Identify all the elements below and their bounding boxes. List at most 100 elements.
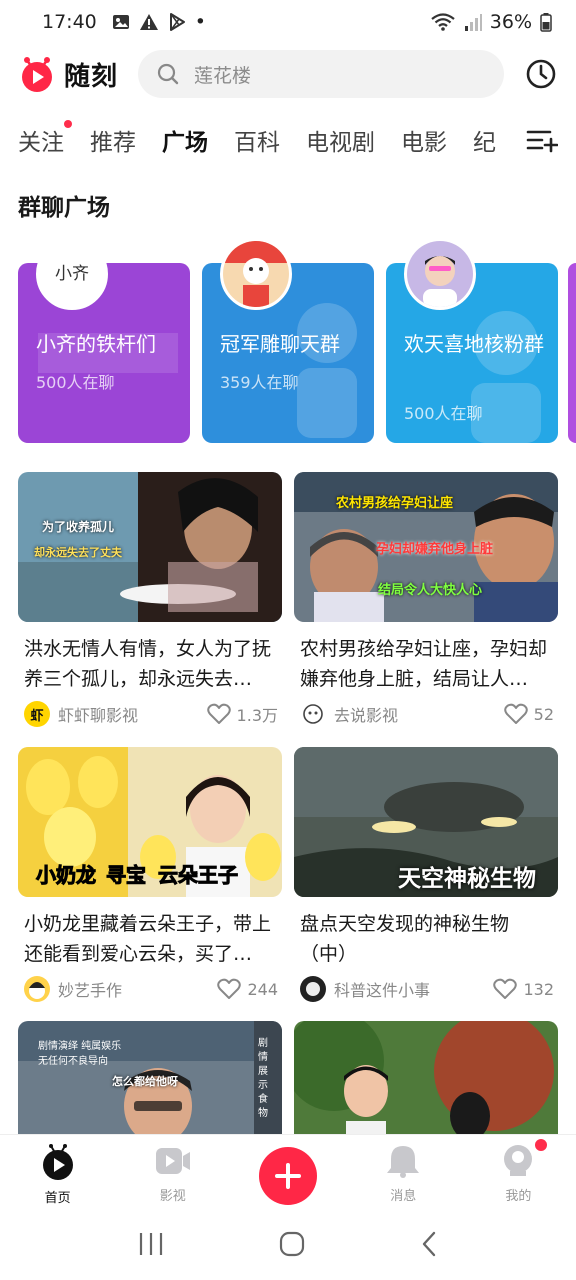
tab-recommend[interactable]: 推荐 (90, 112, 136, 168)
search-placeholder: 莲花楼 (194, 64, 252, 87)
group-member-count: 500人在聊 (404, 404, 483, 423)
video-thumbnail[interactable]: 为了收养孤儿 却永远失去了丈夫 (18, 472, 282, 622)
tab-documentary-label: 纪 (473, 130, 496, 156)
video-meta: 科普这件小事 132 (294, 975, 558, 1003)
battery-percent: 36% (489, 11, 532, 33)
cartoon-avatar-image (223, 241, 289, 307)
history-button[interactable] (524, 57, 558, 91)
group-avatar: 小齐 (36, 238, 108, 310)
search-bar[interactable]: 莲花楼 (138, 50, 504, 98)
tab-wiki[interactable]: 百科 (234, 112, 280, 168)
tab-movie[interactable]: 电影 (401, 112, 447, 168)
thumbnail-caption: 天空神秘生物 (398, 866, 536, 892)
back-icon[interactable] (419, 1230, 439, 1258)
tab-wiki-label: 百科 (234, 130, 280, 156)
author-name[interactable]: 妙艺手作 (58, 977, 122, 1001)
video-thumbnail[interactable]: 天空神秘生物 (294, 747, 558, 897)
thumbnail-caption: 却永远失去了丈夫 (34, 546, 122, 559)
group-name: 小齐的铁杆们 (36, 332, 156, 356)
author-avatar-image (24, 976, 50, 1002)
video-title[interactable]: 盘点天空发现的神秘生物（中） (294, 909, 558, 969)
group-name: 冠军雕聊天群 (220, 332, 340, 356)
history-clock-icon (526, 59, 556, 89)
search-icon (157, 63, 179, 85)
thumbnail-caption: 剧情展示食物 (258, 1038, 268, 1119)
home-icon[interactable] (278, 1230, 306, 1258)
like-button[interactable]: 52 (503, 703, 558, 725)
video-title[interactable]: 洪水无情人有情，女人为了抚养三个孤儿，却永远失去… (18, 634, 282, 694)
video-meta: 妙艺手作 244 (18, 975, 282, 1003)
nav-profile-badge (534, 1139, 547, 1151)
video-card[interactable]: 农村男孩给孕妇让座 孕妇却嫌弃他身上脏 结局令人大快人心 农村男孩给孕妇让座，孕… (294, 472, 558, 728)
nav-create[interactable] (230, 1135, 345, 1208)
wifi-icon (431, 13, 455, 31)
video-card[interactable]: 为了收养孤儿 却永远失去了丈夫 洪水无情人有情，女人为了抚养三个孤儿，却永远失去… (18, 472, 282, 728)
nav-profile[interactable]: 我的 (461, 1135, 576, 1208)
author-avatar-image (300, 701, 326, 727)
thumbnail-caption: 怎么都给他呀 (112, 1075, 178, 1088)
video-card[interactable]: 小奶龙 寻宝 云朵王子 小奶龙里藏着云朵王子，带上还能看到爱心云朵，买了… 妙艺… (18, 747, 282, 1003)
video-thumbnail[interactable]: 小奶龙 寻宝 云朵王子 (18, 747, 282, 897)
nav-messages[interactable]: 消息 (346, 1135, 461, 1208)
nav-video-label: 影视 (159, 1189, 186, 1204)
video-thumbnail[interactable]: 农村男孩给孕妇让座 孕妇却嫌弃他身上脏 结局令人大快人心 (294, 472, 558, 622)
menu-add-icon (526, 130, 559, 153)
video-card[interactable]: 天空神秘生物 盘点天空发现的神秘生物（中） 科普这件小事 132 (294, 747, 558, 1003)
tab-follow[interactable]: 关注 (18, 112, 72, 168)
svg-text:小齐: 小齐 (55, 264, 89, 284)
video-meta: 虾 虾虾聊影视 1.3万 (18, 700, 282, 728)
tab-documentary[interactable]: 纪 (473, 112, 496, 168)
heart-icon (217, 978, 242, 999)
like-button[interactable]: 244 (217, 978, 282, 1000)
card-watermark (297, 303, 357, 438)
author-avatar[interactable] (24, 976, 50, 1002)
author-avatar[interactable] (300, 701, 326, 727)
nav-home[interactable]: 首页 (0, 1135, 115, 1208)
suike-logo-icon (22, 57, 52, 92)
app-header: 随刻 莲花楼 (0, 44, 576, 104)
tab-follow-badge (64, 120, 72, 128)
tab-square-label: 广场 (162, 130, 208, 156)
group-avatar-logo: 小齐 (39, 241, 105, 307)
signal-icon (464, 14, 482, 31)
nav-messages-label: 消息 (390, 1189, 417, 1204)
home-play-icon (42, 1144, 73, 1180)
group-member-count: 500人在聊 (36, 373, 115, 392)
warning-notification-icon (139, 14, 158, 30)
system-navigation-bar (0, 1208, 576, 1280)
tab-square[interactable]: 广场 (162, 112, 208, 168)
group-avatar (404, 238, 476, 310)
app-logo: 随刻 (18, 55, 128, 93)
thumbnail-caption: 为了收养孤儿 (42, 520, 115, 534)
thumbnail-caption: 农村男孩给孕妇让座 (336, 496, 454, 511)
like-count: 244 (247, 979, 278, 999)
like-button[interactable]: 1.3万 (206, 702, 282, 726)
video-title[interactable]: 小奶龙里藏着云朵王子，带上还能看到爱心云朵，买了… (18, 909, 282, 969)
category-tabs: 关注 推荐 广场 百科 电视剧 电影 纪 (0, 112, 576, 168)
recent-apps-icon[interactable] (137, 1231, 165, 1257)
heart-icon (503, 703, 528, 724)
nav-profile-label: 我的 (505, 1189, 532, 1204)
tab-tv-series[interactable]: 电视剧 (306, 112, 375, 168)
bottom-navigation: 首页 影视 消息 我的 (0, 1134, 576, 1208)
thumbnail-caption: 无任何不良导向 (38, 1056, 108, 1067)
author-name[interactable]: 虾虾聊影视 (58, 702, 138, 726)
play-store-notification-icon (169, 13, 185, 31)
author-avatar[interactable] (300, 976, 326, 1002)
video-title[interactable]: 农村男孩给孕妇让座，孕妇却嫌弃他身上脏，结局让人… (294, 634, 558, 694)
like-button[interactable]: 132 (493, 978, 558, 1000)
thumbnail-caption: 寻宝 (106, 863, 147, 888)
author-avatar[interactable]: 虾 (24, 701, 50, 727)
group-chat-carousel: 小齐的铁杆们 500人在聊 小齐 冠军雕聊天群 359人在聊 欢天喜地核粉群 5… (0, 238, 576, 448)
nav-video[interactable]: 影视 (115, 1135, 230, 1208)
channel-menu-button[interactable] (526, 124, 559, 156)
group-chat-section-title: 群聊广场 (18, 195, 110, 221)
create-button[interactable] (259, 1147, 317, 1205)
video-camera-icon (155, 1148, 190, 1174)
tab-follow-label: 关注 (18, 130, 64, 156)
more-notifications-dot: • (194, 11, 206, 33)
author-name[interactable]: 去说影视 (334, 702, 398, 726)
next-group-card-peek[interactable] (568, 263, 576, 443)
author-name[interactable]: 科普这件小事 (334, 977, 430, 1001)
profile-icon (504, 1145, 533, 1176)
